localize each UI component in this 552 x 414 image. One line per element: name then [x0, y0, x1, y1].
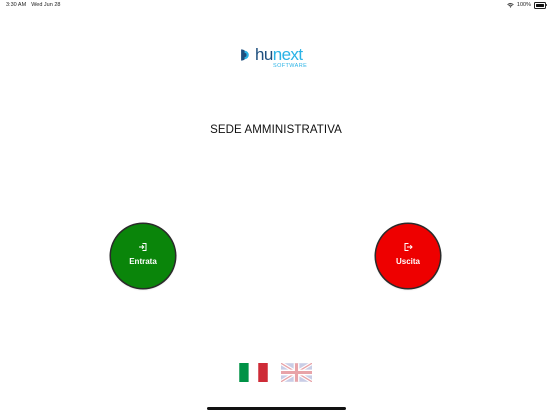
login-icon: [139, 243, 147, 251]
wifi-icon: [507, 2, 514, 8]
italian-flag-icon[interactable]: [238, 363, 269, 382]
logo-wordmark: hunext: [255, 45, 303, 65]
logo-text-accent: next: [272, 45, 303, 64]
hunext-logo: hunext SOFTWARE: [239, 45, 315, 71]
hunext-logo-mark-icon: [241, 49, 249, 61]
battery-icon: [534, 2, 547, 9]
entrata-button[interactable]: Entrata: [111, 224, 175, 288]
logo-subtitle: SOFTWARE: [273, 63, 308, 69]
uscita-button[interactable]: Uscita: [376, 224, 440, 288]
logo-text-primary: hu: [255, 45, 273, 64]
language-selector: [0, 363, 552, 383]
page-title: SEDE AMMINISTRATIVA: [210, 124, 342, 136]
uk-flag-icon[interactable]: [281, 363, 312, 382]
uscita-label: Uscita: [395, 257, 420, 266]
home-indicator[interactable]: [207, 407, 346, 410]
status-date: Wed Jun 28: [31, 2, 61, 8]
entrata-label: Entrata: [129, 257, 157, 266]
battery-percent: 100%: [516, 2, 531, 9]
logout-icon: [404, 243, 413, 251]
status-time: 3:30 AM: [6, 2, 27, 8]
status-bar: 3:30 AM Wed Jun 28 100%: [0, 0, 552, 10]
